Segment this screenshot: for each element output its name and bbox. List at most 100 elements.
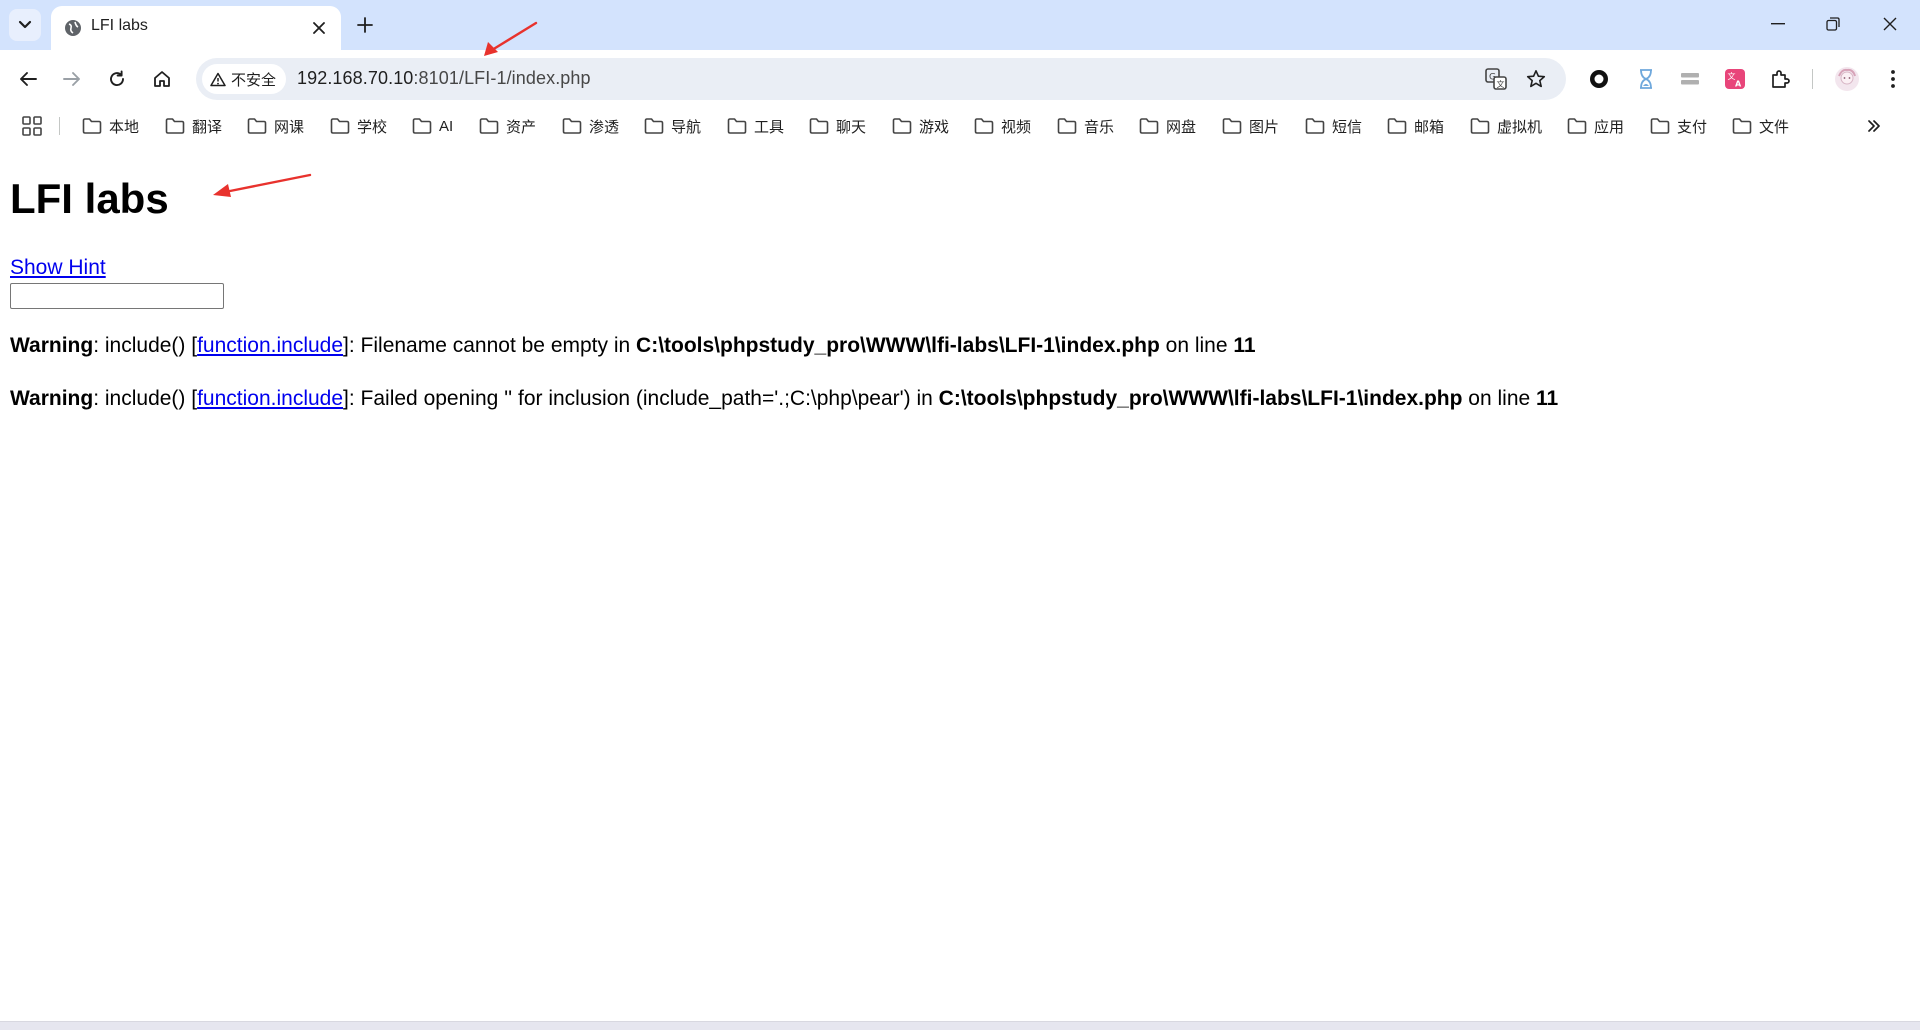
profile-button[interactable]: [1830, 62, 1864, 96]
bookmark-label: 翻译: [192, 118, 223, 136]
new-tab-button[interactable]: [351, 11, 379, 39]
restore-button[interactable]: [1813, 8, 1853, 40]
bookmark-folder[interactable]: 渗透: [562, 113, 619, 139]
bookmark-folder[interactable]: 视频: [974, 113, 1031, 139]
folder-icon: [644, 118, 664, 134]
bookmark-label: AI: [439, 117, 454, 135]
reload-button[interactable]: [100, 62, 134, 96]
minimize-icon: [1771, 23, 1785, 25]
globe-icon: [65, 20, 81, 36]
bookmark-folder[interactable]: 游戏: [892, 113, 949, 139]
bookmark-folder[interactable]: 网课: [247, 113, 304, 139]
warning-label: Warning: [10, 334, 94, 357]
bookmark-folder[interactable]: 短信: [1305, 113, 1362, 139]
bookmark-folder[interactable]: 网盘: [1139, 113, 1196, 139]
tab-strip: LFI labs: [0, 0, 1920, 50]
more-bookmarks-button[interactable]: [1862, 114, 1886, 138]
window-close-button[interactable]: [1870, 8, 1910, 40]
url-host: 192.168.70.10: [297, 68, 414, 88]
bookmark-label: 资产: [506, 118, 537, 136]
extension-button-4[interactable]: 文A: [1718, 62, 1752, 96]
bookmark-folder[interactable]: 本地: [82, 113, 139, 139]
tab-search-button[interactable]: [9, 9, 41, 41]
security-label: 不安全: [231, 71, 277, 89]
warning-function: : include() [: [93, 334, 198, 357]
bookmark-folder[interactable]: 图片: [1222, 113, 1279, 139]
page-title: LFI labs: [10, 175, 169, 222]
bookmark-folder[interactable]: 虚拟机: [1470, 113, 1542, 139]
folder-icon: [1222, 118, 1242, 134]
minimize-button[interactable]: [1758, 8, 1798, 40]
warning-function: : include() [: [93, 387, 198, 410]
svg-text:文: 文: [1497, 79, 1505, 89]
extension-button-1[interactable]: [1582, 62, 1616, 96]
bookmark-folder[interactable]: 文件: [1732, 113, 1789, 139]
bookmarks-separator: [59, 117, 60, 135]
bookmark-folder[interactable]: 导航: [644, 113, 701, 139]
bookmark-folder[interactable]: 聊天: [809, 113, 866, 139]
url-path: :8101/LFI-1/index.php: [413, 68, 591, 88]
function-include-link[interactable]: function.include: [197, 387, 343, 410]
php-warning: Warning: include() [function.include]: F…: [10, 387, 1558, 411]
folder-icon: [1057, 118, 1077, 134]
back-button[interactable]: [11, 62, 45, 96]
bookmark-star-button[interactable]: [1522, 65, 1550, 93]
tab-close-button[interactable]: [307, 16, 331, 40]
bookmark-label: 游戏: [919, 118, 950, 136]
bookmark-folder[interactable]: 学校: [330, 113, 387, 139]
translate-button[interactable]: G文: [1482, 65, 1510, 93]
function-include-link[interactable]: function.include: [197, 334, 343, 357]
security-chip[interactable]: 不安全: [202, 64, 287, 94]
stack-extension-icon: [1681, 73, 1699, 85]
reload-icon: [110, 70, 124, 87]
home-icon: [154, 71, 170, 87]
extension-button-2[interactable]: [1629, 62, 1663, 96]
bookmark-label: 视频: [1001, 118, 1032, 136]
warning-file-path: C:\tools\phpstudy_pro\WWW\lfi-labs\LFI-1…: [938, 387, 1463, 410]
bookmark-label: 导航: [671, 118, 702, 136]
folder-icon: [727, 118, 747, 134]
address-bar[interactable]: 不安全 192.168.70.10:8101/LFI-1/index.php G…: [196, 58, 1566, 100]
menu-button[interactable]: [1876, 62, 1910, 96]
bookmark-label: 图片: [1249, 118, 1280, 136]
bookmark-label: 音乐: [1084, 118, 1115, 136]
warning-message: ]: Filename cannot be empty in: [343, 334, 637, 357]
url-text[interactable]: 192.168.70.10:8101/LFI-1/index.php: [297, 68, 591, 89]
folder-icon: [82, 118, 102, 134]
bookmark-label: 渗透: [589, 118, 620, 136]
bookmark-folder[interactable]: 资产: [479, 113, 536, 139]
back-icon: [20, 72, 37, 86]
file-input[interactable]: [10, 283, 224, 309]
bookmark-label: 学校: [357, 118, 388, 136]
forward-icon: [63, 72, 80, 86]
bookmark-label: 邮箱: [1414, 118, 1445, 136]
bookmark-folder[interactable]: 翻译: [165, 113, 222, 139]
forward-button[interactable]: [55, 62, 89, 96]
translate-extension-icon: 文A: [1725, 69, 1745, 89]
show-hint-link[interactable]: Show Hint: [10, 256, 106, 280]
extensions-menu-button[interactable]: [1764, 62, 1798, 96]
warning-triangle-icon: [210, 72, 226, 86]
more-vert-icon: [1891, 70, 1895, 88]
bookmark-folder[interactable]: 工具: [727, 113, 784, 139]
folder-icon: [1139, 118, 1159, 134]
bookmark-folder[interactable]: 邮箱: [1387, 113, 1444, 139]
bookmark-folder[interactable]: AI: [412, 113, 453, 139]
home-button[interactable]: [145, 62, 179, 96]
bookmark-label: 虚拟机: [1497, 118, 1543, 136]
warning-file-path: C:\tools\phpstudy_pro\WWW\lfi-labs\LFI-1…: [636, 334, 1160, 357]
bookmark-label: 工具: [754, 118, 785, 136]
bookmark-label: 文件: [1759, 118, 1790, 136]
page-content: LFI labs Show Hint Warning: include() [f…: [0, 144, 1920, 1024]
toolbar-separator: [1812, 69, 1813, 89]
bookmark-folder[interactable]: 音乐: [1057, 113, 1114, 139]
restore-icon: [1826, 17, 1840, 31]
bookmark-label: 网盘: [1166, 118, 1197, 136]
folder-icon: [165, 118, 185, 134]
bookmark-folder[interactable]: 支付: [1650, 113, 1707, 139]
bookmark-folder[interactable]: 应用: [1567, 113, 1624, 139]
active-tab[interactable]: LFI labs: [51, 6, 341, 50]
extension-button-3[interactable]: [1673, 62, 1707, 96]
apps-grid-icon[interactable]: [20, 114, 44, 138]
warning-message: ]: Failed opening '' for inclusion (incl…: [343, 387, 939, 410]
